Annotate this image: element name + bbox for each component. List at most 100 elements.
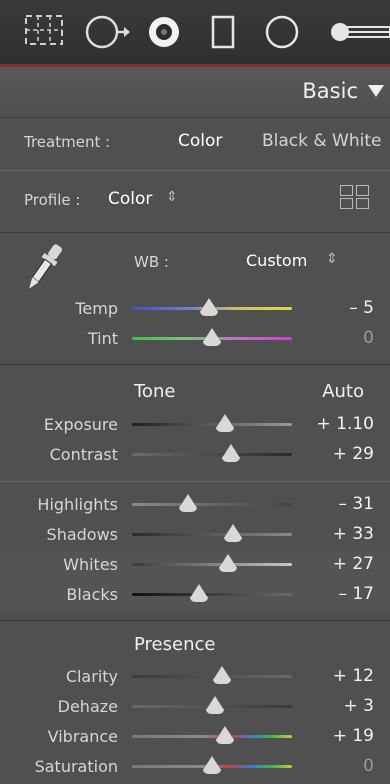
profile-row: Profile : Color ⇕ [0, 185, 390, 215]
slider-row-highlights: Highlights – 31 [0, 491, 390, 521]
slider-track [132, 735, 292, 738]
profile-label: Profile : [24, 191, 81, 209]
slider-value[interactable]: 0 [363, 756, 374, 776]
slider-value[interactable]: + 1.10 [317, 414, 375, 434]
spot-removal-icon[interactable] [84, 14, 130, 50]
whites-slider[interactable] [132, 554, 292, 572]
slider-label: Temp [75, 299, 118, 318]
slider-label: Contrast [49, 445, 118, 464]
tone-header: Tone Auto [0, 375, 390, 405]
slider-row-tint: Tint 0 [0, 325, 390, 355]
slider-label: Saturation [34, 757, 118, 776]
slider-track [132, 563, 292, 566]
profile-stepper-icon[interactable]: ⇕ [166, 189, 178, 205]
tone-heading: Tone [134, 381, 176, 402]
slider-label: Tint [87, 329, 118, 348]
slider-thumb[interactable] [199, 298, 218, 316]
exposure-slider[interactable] [132, 414, 292, 432]
wb-label: WB : [134, 253, 169, 271]
tint-slider[interactable] [132, 328, 292, 346]
divider [0, 620, 390, 621]
treatment-row: Treatment : Color Black & White [0, 127, 390, 157]
slider-label: Vibrance [47, 727, 118, 746]
red-eye-icon[interactable] [146, 14, 182, 50]
slider-thumb[interactable] [203, 756, 221, 774]
clarity-slider[interactable] [132, 666, 292, 684]
saturation-slider[interactable] [132, 756, 292, 774]
slider-row-vibrance: Vibrance + 19 [0, 723, 390, 753]
profile-browser-icon[interactable] [340, 185, 370, 211]
wb-stepper-icon[interactable]: ⇕ [326, 251, 338, 267]
divider [0, 364, 390, 365]
slider-track [132, 593, 292, 596]
slider-thumb[interactable] [179, 494, 197, 512]
treatment-bw-option[interactable]: Black & White [262, 131, 382, 151]
slider-thumb[interactable] [222, 444, 241, 462]
eyedropper-icon[interactable] [22, 239, 64, 303]
panel-title: Basic [302, 79, 358, 103]
slider-thumb[interactable] [206, 696, 225, 714]
slider-label: Exposure [43, 415, 118, 434]
treatment-color-option[interactable]: Color [178, 131, 222, 151]
slider-row-saturation: Saturation 0 [0, 753, 390, 783]
tool-strip [0, 0, 390, 67]
wb-value[interactable]: Custom [246, 251, 307, 270]
slider-row-exposure: Exposure + 1.10 [0, 411, 390, 441]
slider-track [132, 453, 292, 456]
slider-row-clarity: Clarity + 12 [0, 663, 390, 693]
slider-label: Clarity [65, 667, 118, 686]
slider-value[interactable]: + 3 [344, 696, 374, 716]
divider [0, 170, 390, 171]
crop-overlay-icon[interactable] [24, 14, 64, 46]
slider-row-blacks: Blacks – 17 [0, 581, 390, 611]
slider-value[interactable]: + 33 [333, 524, 374, 544]
panel-header[interactable]: Basic [0, 67, 390, 118]
presence-header: Presence [0, 630, 390, 660]
radial-filter-icon[interactable] [264, 14, 300, 50]
slider-row-temp: Temp – 5 [0, 295, 390, 325]
slider-value[interactable]: + 12 [333, 666, 374, 686]
slider-track [132, 423, 292, 426]
slider-label: Dehaze [57, 697, 118, 716]
slider-value[interactable]: + 19 [333, 726, 374, 746]
slider-row-whites: Whites + 27 [0, 551, 390, 581]
slider-label: Blacks [66, 585, 118, 604]
graduated-filter-icon[interactable] [210, 14, 236, 50]
divider [0, 481, 390, 482]
slider-value[interactable]: – 31 [338, 494, 374, 514]
slider-label: Highlights [37, 495, 118, 514]
contrast-slider[interactable] [132, 444, 292, 462]
slider-value[interactable]: 0 [363, 328, 374, 348]
slider-thumb[interactable] [223, 524, 242, 542]
slider-thumb[interactable] [203, 328, 221, 346]
temp-slider[interactable] [132, 298, 292, 316]
collapse-caret-icon[interactable] [368, 85, 384, 97]
slider-value[interactable]: – 5 [349, 298, 374, 318]
slider-thumb[interactable] [212, 666, 231, 684]
basic-panel: Basic Treatment : Color Black & White Pr… [0, 67, 390, 784]
highlights-slider[interactable] [132, 494, 292, 512]
profile-value[interactable]: Color [108, 189, 152, 209]
dehaze-slider[interactable] [132, 696, 292, 714]
slider-thumb[interactable] [215, 726, 234, 744]
presence-heading: Presence [134, 634, 216, 655]
slider-value[interactable]: + 27 [333, 554, 374, 574]
slider-row-dehaze: Dehaze + 3 [0, 693, 390, 723]
adjustment-brush-icon[interactable] [326, 14, 390, 50]
slider-value[interactable]: – 17 [338, 584, 374, 604]
slider-label: Shadows [46, 525, 118, 544]
blacks-slider[interactable] [132, 584, 292, 602]
auto-button[interactable]: Auto [322, 381, 364, 402]
slider-row-shadows: Shadows + 33 [0, 521, 390, 551]
slider-thumb[interactable] [215, 414, 234, 432]
divider [0, 232, 390, 233]
slider-value[interactable]: + 29 [333, 444, 374, 464]
slider-track [132, 533, 292, 536]
shadows-slider[interactable] [132, 524, 292, 542]
slider-row-contrast: Contrast + 29 [0, 441, 390, 471]
slider-thumb[interactable] [219, 554, 237, 572]
vibrance-slider[interactable] [132, 726, 292, 744]
slider-label: Whites [63, 555, 118, 574]
slider-thumb[interactable] [190, 584, 209, 602]
slider-track [132, 503, 292, 506]
